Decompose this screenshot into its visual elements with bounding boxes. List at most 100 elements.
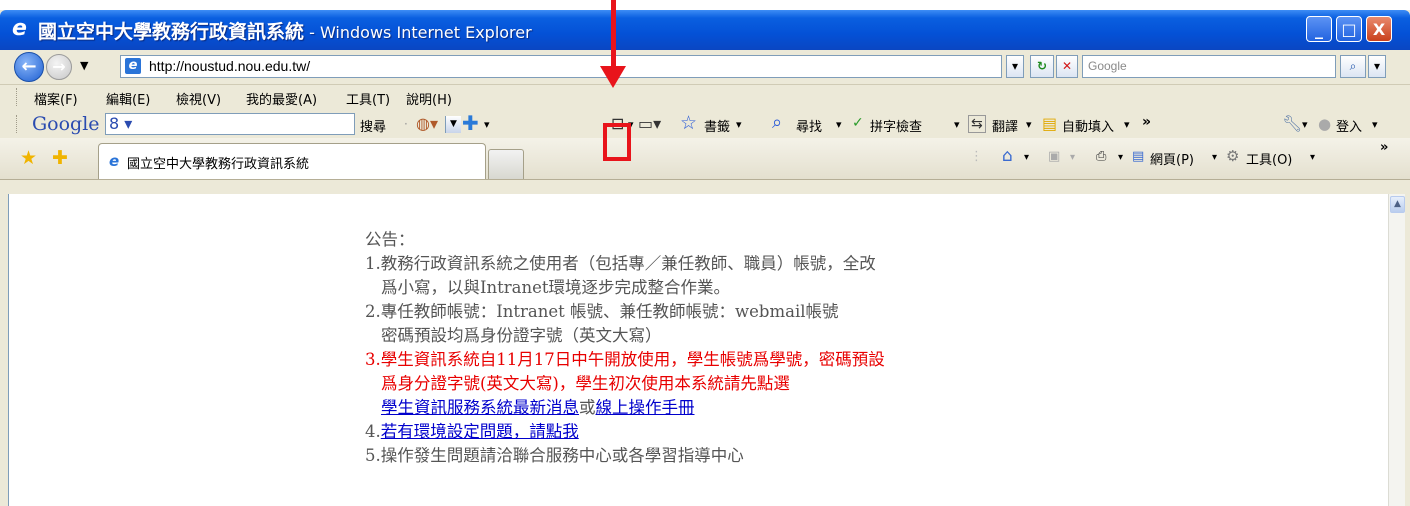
bookmarks-button[interactable]: 書籤 (704, 116, 730, 135)
tab-label: 國立空中大學教務行政資訊系統 (127, 157, 310, 172)
page-content: 公告： 1.教務行政資訊系統之使用者（包括專／兼任教師、職員）帳號，全改 爲小寫… (8, 194, 1389, 506)
stop-button[interactable]: ✕ (1056, 55, 1078, 78)
scroll-up-icon[interactable]: ▲ (1390, 196, 1405, 213)
or-text: 或 (579, 398, 596, 417)
chevron-down-icon[interactable]: ▾ (1302, 118, 1308, 131)
feeds-icon[interactable]: ▣ (1048, 149, 1060, 164)
search-input[interactable]: Google (1082, 55, 1336, 78)
history-dropdown-icon[interactable]: ▼ (80, 59, 88, 72)
gear-icon: ⚙ (1226, 147, 1240, 165)
stop-icon: ✕ (1061, 59, 1073, 73)
chevron-down-icon[interactable]: ▾ (1070, 152, 1075, 163)
translate-icon[interactable]: ⇆ (968, 115, 986, 133)
star-bookmark-icon[interactable]: ☆ (680, 112, 697, 134)
search-options-button[interactable]: ▾ (1368, 55, 1386, 78)
menu-file[interactable]: 檔案(F) (34, 89, 78, 108)
red-arrow-shaft (611, 0, 616, 68)
menu-bar: 檔案(F) 編輯(E) 檢視(V) 我的最愛(A) 工具(T) 說明(H) (0, 85, 1410, 109)
find-button[interactable]: 尋找 (796, 116, 822, 135)
page-menu-button[interactable]: 網頁(P) (1150, 149, 1194, 168)
pagerank-icon[interactable]: ◍▾ (416, 114, 438, 133)
autofill-button[interactable]: 自動填入 (1062, 116, 1114, 135)
top-margin (0, 0, 1410, 10)
student-news-link[interactable]: 學生資訊服務系統最新消息 (381, 398, 579, 417)
chevron-down-icon[interactable]: ▾ (1026, 118, 1032, 131)
line-4-prefix: 4. (365, 422, 381, 441)
menu-view[interactable]: 檢視(V) (176, 89, 221, 108)
menu-favorites[interactable]: 我的最愛(A) (246, 89, 317, 108)
notice-links-row: 學生資訊服務系統最新消息或線上操作手冊 (381, 394, 695, 418)
menu-edit[interactable]: 編輯(E) (106, 89, 150, 108)
spellcheck-button[interactable]: 拼字檢查 (870, 116, 922, 135)
autofill-icon[interactable]: ▤ (1042, 114, 1057, 133)
print-icon[interactable]: ⎙ (1096, 149, 1106, 164)
forward-button[interactable]: → (46, 54, 72, 80)
notice-line-3a: 3.學生資訊系統自11月17日中午開放使用，學生帳號爲學號，密碼預設 (365, 350, 885, 369)
more-chevron-icon[interactable]: » (1380, 140, 1388, 155)
search-button[interactable]: ⌕ (1340, 55, 1366, 78)
wrench-icon[interactable]: 🔧︎ (1282, 114, 1302, 133)
minimize-icon: _ (1315, 20, 1323, 39)
add-favorite-icon[interactable]: ✚ (52, 147, 68, 169)
url-dropdown-button[interactable]: ▾ (1006, 55, 1024, 78)
toolbar-grip[interactable] (16, 88, 19, 106)
separator-icon: · (404, 117, 408, 131)
chevron-down-icon[interactable]: ▾ (1212, 152, 1217, 163)
ie-page-icon: e (109, 152, 120, 170)
notice-heading: 公告： (365, 230, 415, 249)
close-button[interactable]: X (1366, 16, 1392, 42)
tab-active[interactable]: e 國立空中大學教務行政資訊系統 (98, 143, 486, 179)
google-toolbar: Google 8 ▾ ▼ 搜尋 · ◍▾ ✚ ▾ ⊟ ▾ ▭▾ ☆ 書籤 ▾ ⌕… (0, 110, 1410, 138)
toolbar-grip[interactable] (16, 115, 19, 133)
chevron-down-icon[interactable]: ▾ (1124, 118, 1130, 131)
chevron-down-icon[interactable]: ▾ (484, 118, 490, 131)
google-search-input[interactable]: 8 ▾ ▼ (105, 113, 461, 135)
close-icon: X (1372, 20, 1386, 39)
chevron-down-icon[interactable]: ▾ (1310, 152, 1315, 163)
maximize-button[interactable]: □ (1336, 16, 1362, 42)
chevron-down-icon[interactable]: ▾ (736, 118, 742, 131)
new-tab-button[interactable] (488, 149, 524, 179)
notice-line-5: 5.操作發生問題請洽聯合服務中心或各學習指導中心 (365, 446, 744, 465)
translate-button[interactable]: 翻譯 (992, 116, 1018, 135)
search-icon: ⌕ (1349, 59, 1357, 73)
google-search-button[interactable]: 搜尋 (360, 116, 386, 135)
address-bar-row: ← → ▼ e http://noustud.nou.edu.tw/ ▾ ↻ ✕… (0, 50, 1410, 85)
notice-line-2a: 2.專任教師帳號：Intranet 帳號、兼任教師帳號：webmail帳號 (365, 302, 839, 321)
environment-setup-link[interactable]: 若有環境設定問題，請點我 (381, 422, 579, 441)
url-text: http://noustud.nou.edu.tw/ (149, 58, 311, 74)
find-icon[interactable]: ⌕ (772, 112, 782, 133)
vertical-scrollbar[interactable]: ▲ (1388, 194, 1406, 506)
plus-icon[interactable]: ✚ (462, 111, 479, 135)
tab-row: ★ ✚ e 國立空中大學教務行政資訊系統 ⋮ ⌂ ▾ ▣ ▾ ⎙ ▾ ▤ 網頁(… (0, 138, 1410, 180)
chevron-down-icon[interactable]: ▾ (1118, 152, 1123, 163)
google-logo[interactable]: Google (32, 113, 100, 135)
back-button[interactable]: ← (14, 52, 44, 82)
more-chevron-icon[interactable]: » (1142, 114, 1151, 130)
online-manual-link[interactable]: 線上操作手冊 (596, 398, 695, 417)
refresh-button[interactable]: ↻ (1030, 55, 1054, 78)
favorites-center-icon[interactable]: ★ (20, 147, 37, 169)
chevron-down-icon: ▾ (1373, 59, 1381, 73)
chevron-down-icon[interactable]: ▾ (1372, 118, 1378, 131)
notice-line-1a: 1.教務行政資訊系統之使用者（包括專／兼任教師、職員）帳號，全改 (365, 254, 876, 273)
red-arrow-head (600, 66, 626, 88)
title-bar[interactable]: e 國立空中大學教務行政資訊系統 - Windows Internet Expl… (0, 10, 1410, 50)
chevron-down-icon[interactable]: ▾ (836, 118, 842, 131)
url-input[interactable]: e http://noustud.nou.edu.tw/ (120, 55, 1002, 78)
refresh-icon: ↻ (1036, 59, 1048, 73)
notice-line-3b: 爲身分證字號(英文大寫)，學生初次使用本系統請先點選 (381, 374, 790, 393)
home-icon[interactable]: ⌂ (1002, 146, 1013, 166)
signin-button[interactable]: 登入 (1336, 116, 1362, 135)
spellcheck-icon[interactable]: ✓ (852, 115, 864, 131)
minimize-button[interactable]: _ (1306, 16, 1332, 42)
maximize-icon: □ (1341, 20, 1357, 39)
google-search-dropdown[interactable]: ▼ (445, 116, 461, 133)
separator-icon: ⋮ (970, 149, 983, 164)
textbox-icon[interactable]: ▭▾ (638, 114, 661, 133)
menu-help[interactable]: 說明(H) (406, 89, 452, 108)
menu-tools[interactable]: 工具(T) (346, 89, 390, 108)
chevron-down-icon[interactable]: ▾ (954, 118, 960, 131)
chevron-down-icon[interactable]: ▾ (1024, 152, 1029, 163)
tools-menu-button[interactable]: 工具(O) (1246, 149, 1292, 168)
